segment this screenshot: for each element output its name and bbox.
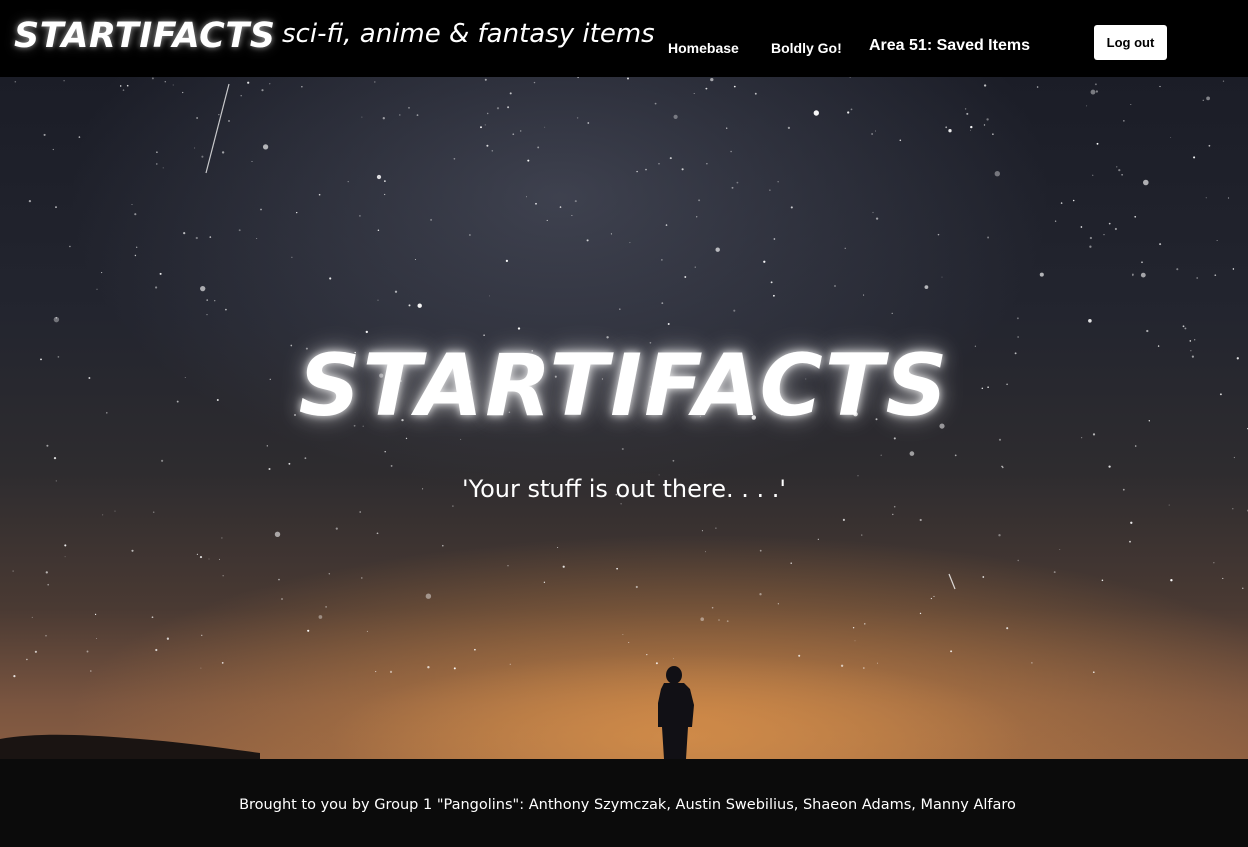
hero-banner: STARTIFACTS 'Your stuff is out there. . …: [0, 77, 1248, 759]
hero-logo: STARTIFACTS: [298, 336, 950, 436]
nav-link-homebase[interactable]: Homebase: [668, 41, 739, 55]
navbar: STARTIFACTS sci-fi, anime & fantasy item…: [0, 0, 1248, 77]
nav-link-saved-items[interactable]: Area 51: Saved Items: [869, 38, 1030, 54]
brand-logo[interactable]: STARTIFACTS: [14, 19, 275, 54]
page: STARTIFACTS sci-fi, anime & fantasy item…: [0, 0, 1248, 847]
nav-link-boldly-go[interactable]: Boldly Go!: [771, 41, 842, 55]
logout-button[interactable]: Log out: [1094, 25, 1167, 60]
site-tagline: sci-fi, anime & fantasy items: [282, 19, 655, 49]
hero-slogan: 'Your stuff is out there. . . .': [462, 475, 786, 503]
footer-credits: Brought to you by Group 1 "Pangolins": A…: [239, 797, 1016, 813]
footer: Brought to you by Group 1 "Pangolins": A…: [0, 759, 1248, 847]
